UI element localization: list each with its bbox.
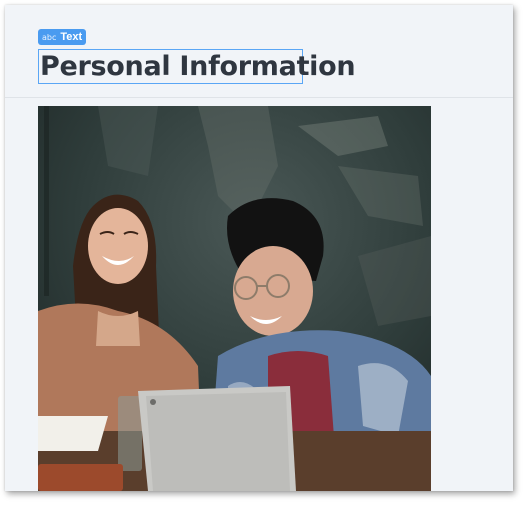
element-type-label: Text (60, 31, 83, 43)
section-divider (5, 97, 513, 98)
page-title[interactable]: Personal Information (40, 51, 356, 82)
page-canvas: abc Text Personal Information (5, 5, 513, 491)
hero-image[interactable] (38, 106, 431, 491)
selected-heading-box[interactable]: Personal Information (38, 49, 356, 84)
text-type-icon: abc (42, 32, 57, 42)
photo-illustration (38, 106, 431, 491)
text-element-badge: abc Text (38, 29, 87, 45)
